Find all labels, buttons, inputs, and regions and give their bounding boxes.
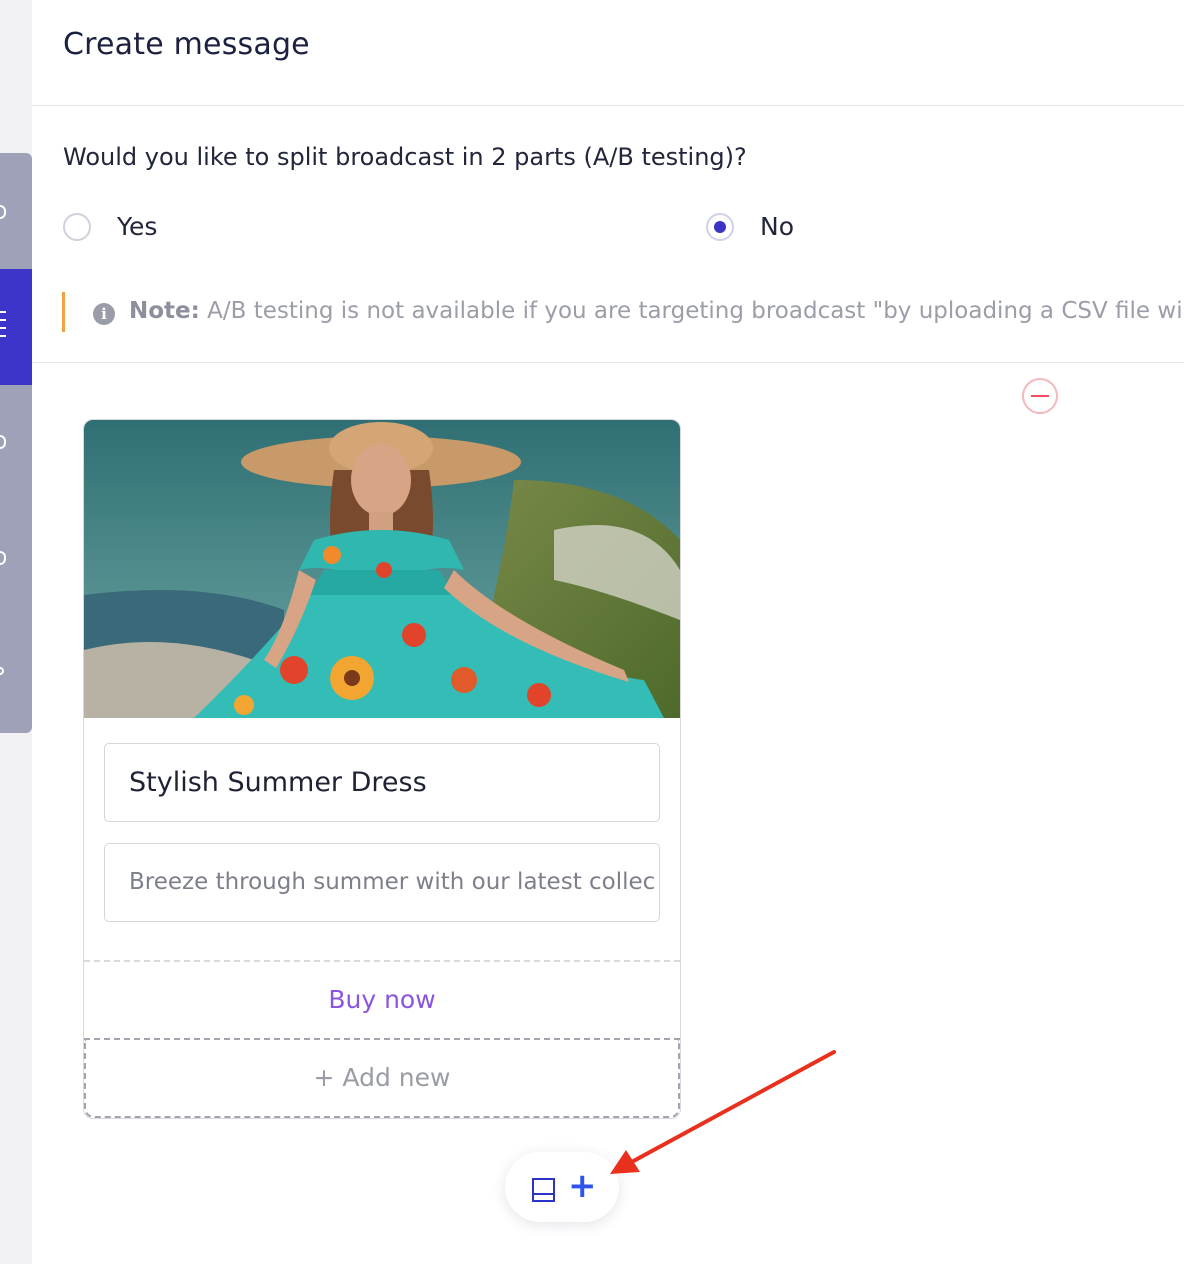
- more-icon[interactable]: [0, 667, 4, 675]
- ab-option-no[interactable]: No: [706, 212, 794, 241]
- radio-yes[interactable]: [63, 212, 91, 241]
- radio-yes-label: Yes: [117, 212, 158, 241]
- plus-icon[interactable]: +: [568, 1169, 597, 1203]
- users-icon[interactable]: [0, 551, 6, 565]
- info-icon: i: [93, 303, 115, 325]
- radio-no[interactable]: [706, 212, 734, 241]
- list-icon[interactable]: [0, 311, 6, 343]
- card-image[interactable]: [84, 420, 680, 718]
- card-title-input[interactable]: Stylish Summer Dress: [104, 743, 660, 822]
- note-body: A/B testing is not available if you are …: [207, 298, 1183, 324]
- create-message-panel: Create message Would you like to split b…: [32, 0, 1184, 1264]
- note-text: Note: A/B testing is not available if yo…: [129, 298, 1183, 324]
- ab-testing-note: i Note: A/B testing is not available if …: [62, 292, 1184, 332]
- add-card-pill[interactable]: +: [505, 1152, 619, 1222]
- ab-testing-question: Would you like to split broadcast in 2 p…: [63, 143, 747, 171]
- card-description-input[interactable]: Breeze through summer with our latest co…: [104, 843, 660, 922]
- remove-card-button[interactable]: [1022, 378, 1058, 414]
- page-title: Create message: [63, 27, 310, 62]
- message-card: Stylish Summer Dress Breeze through summ…: [83, 419, 681, 1119]
- radio-no-label: No: [760, 212, 794, 241]
- add-new-button[interactable]: + Add new: [84, 1038, 680, 1118]
- ab-option-yes[interactable]: Yes: [63, 212, 157, 241]
- section-divider: [32, 362, 1184, 363]
- buy-now-button[interactable]: Buy now: [84, 960, 680, 1038]
- card-layout-icon[interactable]: [532, 1178, 555, 1202]
- left-sidebar-rail: [0, 153, 32, 733]
- chat-icon[interactable]: [0, 435, 6, 449]
- note-label: Note:: [129, 298, 200, 324]
- bell-icon[interactable]: [0, 205, 6, 219]
